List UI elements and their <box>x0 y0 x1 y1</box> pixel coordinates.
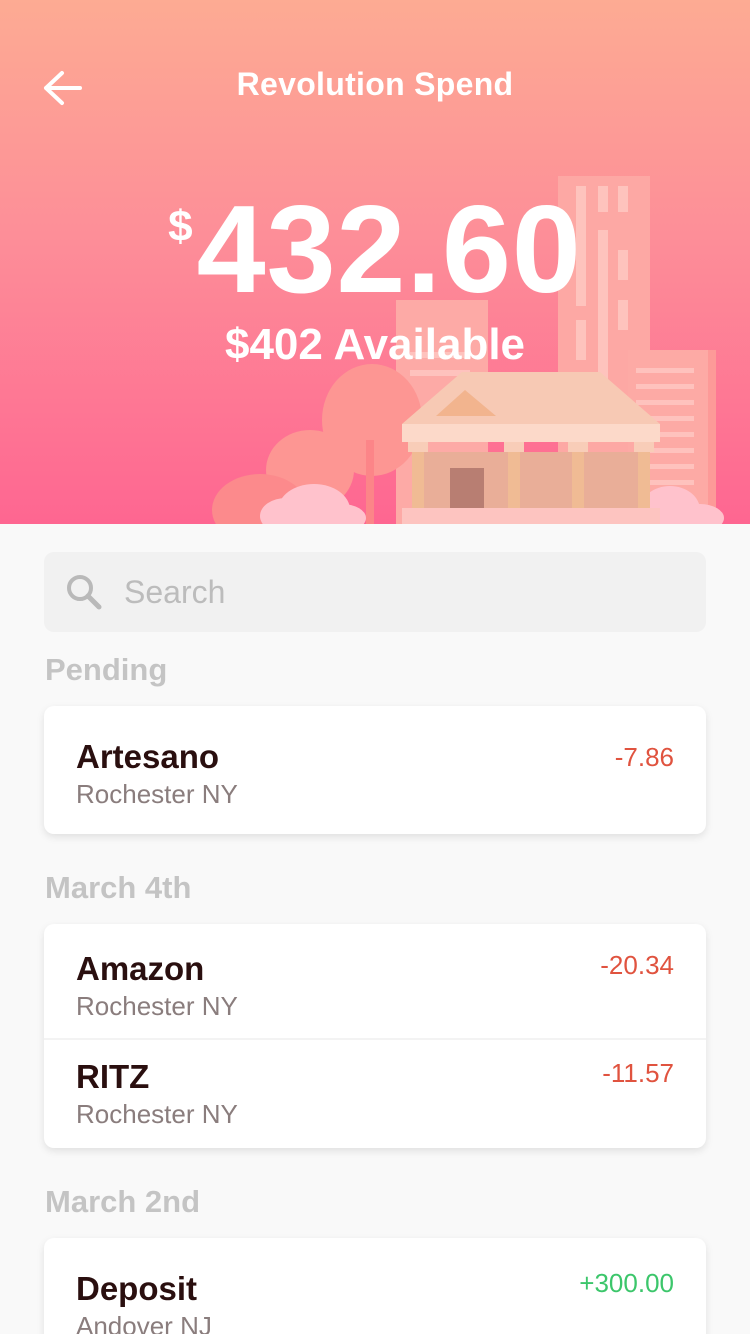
search-input[interactable] <box>124 562 684 622</box>
merchant-name: RITZ <box>76 1058 150 1095</box>
merchant-name: Artesano <box>76 738 220 775</box>
section-label-march-4th: March 4th <box>45 870 192 905</box>
merchant-location: Rochester NY <box>76 779 238 809</box>
header-banner: Revolution Spend $432.60 $402 Available <box>0 0 750 524</box>
transaction-card: Deposit Andover NJ +300.00 <box>44 1238 706 1334</box>
transaction-row[interactable]: Amazon Rochester NY -20.34 <box>44 924 706 1038</box>
transaction-row[interactable]: Deposit Andover NJ +300.00 <box>44 1238 706 1334</box>
transaction-amount: +300.00 <box>579 1268 674 1298</box>
transaction-amount: -7.86 <box>614 742 674 772</box>
transaction-card: Amazon Rochester NY -20.34 RITZ Rocheste… <box>44 924 706 1148</box>
transaction-row[interactable]: Artesano Rochester NY -7.86 <box>44 706 706 834</box>
merchant-location: Andover NJ <box>76 1311 212 1334</box>
merchant-location: Rochester NY <box>76 991 238 1021</box>
search-bar[interactable] <box>44 552 706 632</box>
available-amount: $402 Available <box>224 320 526 369</box>
page-title: Revolution Spend <box>236 66 514 102</box>
transaction-amount: -11.57 <box>602 1058 674 1088</box>
search-icon <box>67 575 102 610</box>
transaction-amount: -20.34 <box>600 950 674 980</box>
transaction-row[interactable]: RITZ Rochester NY -11.57 <box>44 1038 706 1148</box>
section-label-march-2nd: March 2nd <box>45 1184 201 1219</box>
transaction-card: Artesano Rochester NY -7.86 <box>44 706 706 834</box>
merchant-location: Rochester NY <box>76 1099 238 1129</box>
section-label-pending: Pending <box>45 652 168 687</box>
balance-value: 432.60 <box>196 181 582 319</box>
merchant-name: Amazon <box>76 950 205 987</box>
merchant-name: Deposit <box>76 1270 198 1307</box>
balance-amount: $432.60 <box>0 188 750 312</box>
currency-symbol: $ <box>168 202 193 251</box>
